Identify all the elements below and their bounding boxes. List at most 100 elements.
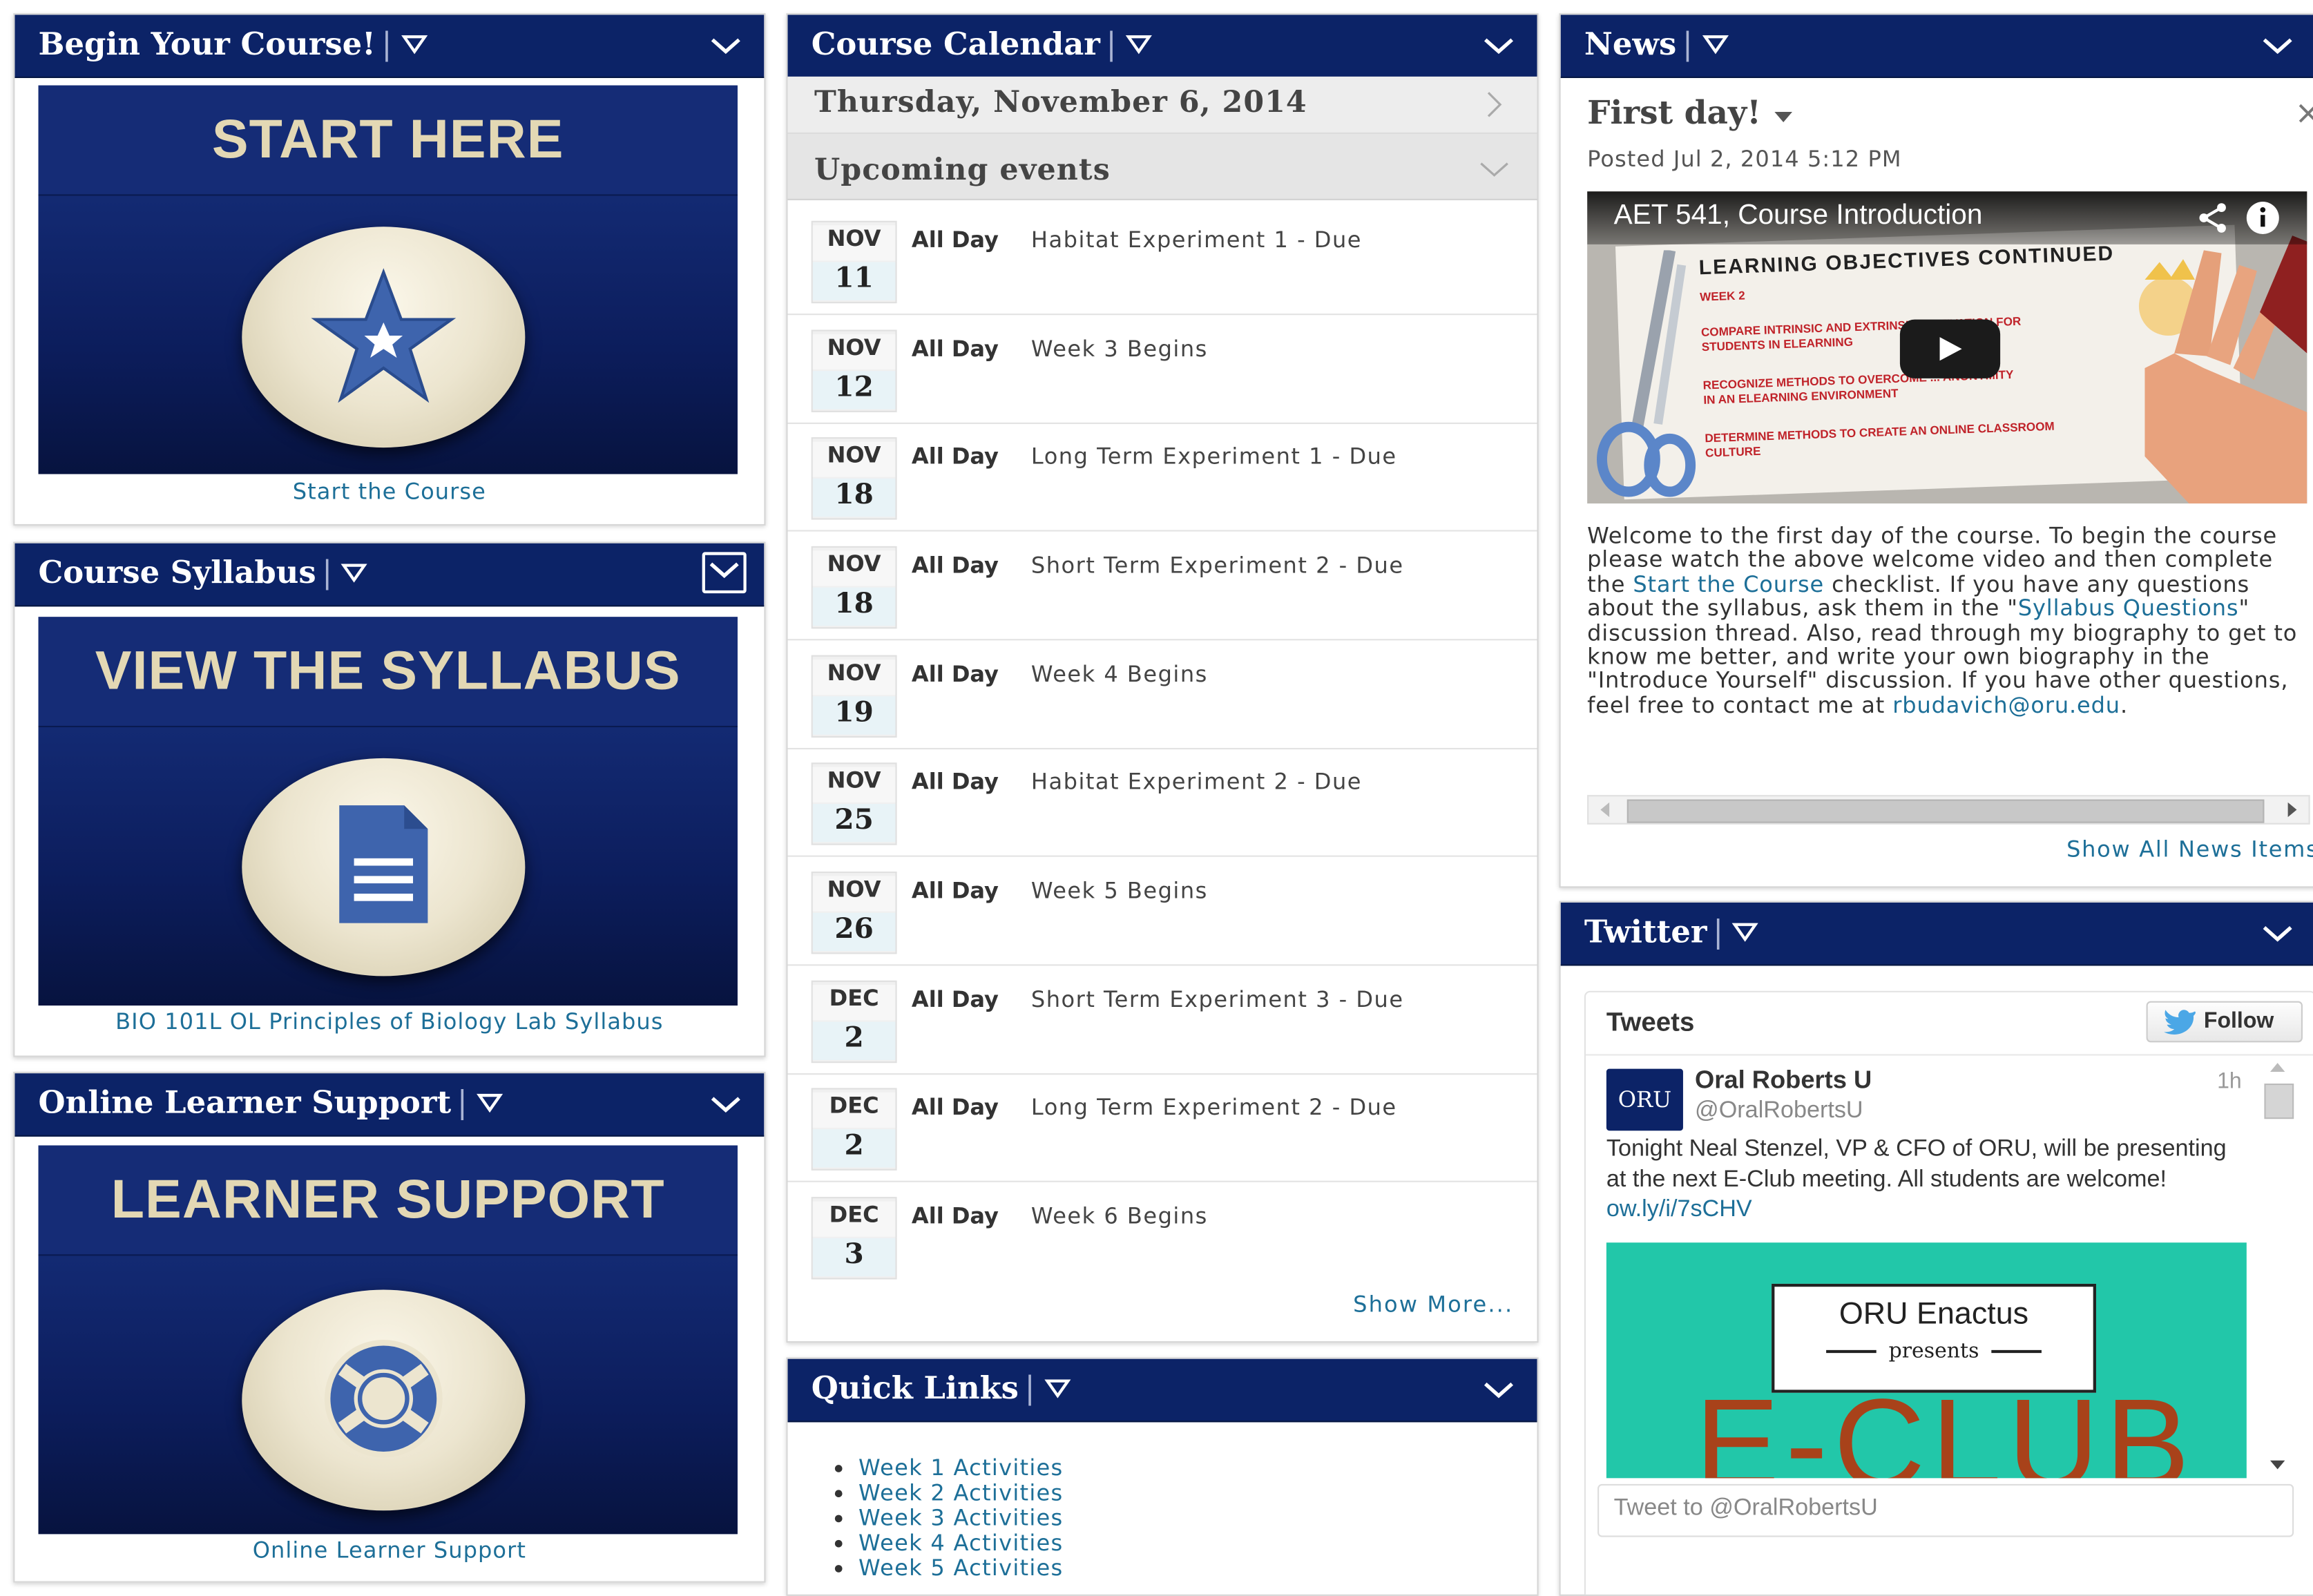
menu-triangle-icon[interactable] — [401, 34, 428, 55]
menu-triangle-icon[interactable] — [1701, 34, 1729, 55]
collapse-chevron-icon[interactable] — [708, 1086, 743, 1122]
calendar-event[interactable]: DEC 2 All Day Long Term Experiment 2 - Due — [787, 1073, 1537, 1182]
quick-link[interactable]: Week 1 Activities — [858, 1454, 1063, 1481]
scrollbar-thumb[interactable] — [1626, 799, 2265, 823]
twitter-timeline: Tweets Follow ORU Oral Roberts U @OralRo… — [1584, 990, 2313, 1595]
scroll-left-icon[interactable] — [1595, 796, 1615, 823]
calendar-event[interactable]: NOV 19 All Day Week 4 Begins — [787, 640, 1537, 750]
calendar-event[interactable]: DEC 3 All Day Week 6 Begins — [788, 1182, 1537, 1290]
menu-triangle-icon[interactable] — [1044, 1378, 1071, 1398]
event-title[interactable]: Habitat Experiment 2 - Due — [1031, 769, 1362, 795]
view-syllabus-banner[interactable]: VIEW THE SYLLABUS — [38, 617, 738, 1006]
event-date: DEC 2 — [811, 980, 897, 1064]
quick-link[interactable]: Week 3 Activities — [858, 1505, 1063, 1531]
video-player[interactable]: LEARNING OBJECTIVES CONTINUED WEEK 2 COM… — [1587, 191, 2307, 504]
chevron-down-icon[interactable] — [1478, 159, 1510, 180]
video-title[interactable]: AET 541, Course Introduction — [1614, 200, 1983, 233]
list-item: Week 4 Activities — [858, 1530, 1063, 1556]
quick-link[interactable]: Week 4 Activities — [858, 1530, 1063, 1556]
play-button[interactable] — [1899, 319, 2001, 378]
event-date: DEC 2 — [811, 1088, 897, 1171]
collapse-chevron-icon[interactable] — [702, 552, 747, 594]
show-more-link[interactable]: Show More... — [1353, 1291, 1513, 1318]
event-title[interactable]: Short Term Experiment 2 - Due — [1031, 552, 1404, 578]
event-title[interactable]: Long Term Experiment 1 - Due — [1031, 443, 1397, 470]
calendar-event[interactable]: NOV 18 All Day Long Term Experiment 1 - Due — [787, 423, 1537, 532]
tweet-author-handle[interactable]: @OralRobertsU — [1695, 1098, 1863, 1124]
menu-triangle-icon[interactable] — [476, 1093, 503, 1113]
syllabus-link[interactable]: BIO 101L OL Principles of Biology Lab Sy… — [15, 1008, 764, 1035]
tweet-input[interactable]: Tweet to @OralRobertsU — [1597, 1483, 2294, 1537]
start-here-banner[interactable]: START HERE — [38, 85, 738, 474]
oru-avatar[interactable]: ORU — [1606, 1068, 1683, 1131]
quick-link[interactable]: Week 5 Activities — [858, 1555, 1063, 1581]
calendar-event[interactable]: NOV 12 All Day Week 3 Begins — [787, 315, 1537, 424]
widget-header: Twitter | — [1560, 902, 2313, 966]
event-date: NOV 18 — [811, 437, 897, 520]
follow-button[interactable]: Follow — [2146, 1001, 2303, 1043]
scrollbar-thumb[interactable] — [2264, 1084, 2294, 1119]
news-item-title[interactable]: First day! — [1587, 94, 1793, 133]
scroll-up-icon[interactable] — [2261, 1057, 2294, 1078]
learner-support-banner[interactable]: LEARNER SUPPORT — [38, 1145, 738, 1535]
upcoming-events-label: Upcoming events — [814, 151, 1111, 187]
event-title[interactable]: Week 3 Begins — [1031, 336, 1208, 362]
event-date: NOV 26 — [811, 872, 897, 954]
banner-text: VIEW THE SYLLABUS — [95, 640, 681, 701]
tweet-author-name[interactable]: Oral Roberts U — [1695, 1066, 1872, 1095]
learner-support-widget: Online Learner Support | LEARNER SUPPORT … — [13, 1071, 766, 1583]
chevron-right-icon[interactable] — [1484, 90, 1505, 119]
show-all-news-link[interactable]: Show All News Items — [2066, 836, 2313, 863]
tweet-time[interactable]: 1h — [2217, 1069, 2242, 1094]
horizontal-scrollbar[interactable] — [1587, 795, 2310, 825]
quick-link[interactable]: Week 2 Activities — [858, 1479, 1063, 1506]
start-course-link[interactable]: Start the Course — [1633, 571, 1824, 597]
close-icon[interactable]: × — [2294, 96, 2313, 133]
scroll-down-icon[interactable] — [2261, 1454, 2294, 1475]
collapse-chevron-icon[interactable] — [1481, 28, 1516, 64]
widget-title: Course Calendar | — [812, 25, 1152, 62]
widget-title: Online Learner Support | — [39, 1084, 503, 1120]
calendar-event[interactable]: DEC 2 All Day Short Term Experiment 3 - Due — [787, 965, 1537, 1075]
collapse-chevron-icon[interactable] — [708, 28, 743, 64]
collapse-chevron-icon[interactable] — [1481, 1372, 1516, 1407]
collapse-chevron-icon[interactable] — [2260, 28, 2295, 64]
vertical-scrollbar[interactable] — [2261, 1057, 2294, 1475]
info-icon[interactable] — [2245, 200, 2281, 235]
share-icon[interactable] — [2195, 200, 2230, 235]
calendar-event[interactable]: NOV 25 All Day Habitat Experiment 2 - Due — [787, 748, 1537, 857]
tweet-text: Tonight Neal Stenzel, VP & CFO of ORU, w… — [1606, 1136, 2227, 1222]
event-title[interactable]: Habitat Experiment 1 - Due — [1031, 227, 1362, 253]
calendar-event[interactable]: NOV 11 All Day Habitat Experiment 1 - Due — [787, 206, 1537, 316]
caret-down-icon[interactable] — [1772, 109, 1793, 124]
menu-triangle-icon[interactable] — [1125, 34, 1152, 55]
collapse-chevron-icon[interactable] — [2260, 916, 2295, 951]
syllabus-questions-link[interactable]: Syllabus Questions — [2018, 595, 2239, 622]
support-circle — [242, 1289, 526, 1511]
tweet-link[interactable]: ow.ly/i/7sCHV — [1606, 1197, 1752, 1222]
event-title[interactable]: Long Term Experiment 2 - Due — [1031, 1094, 1397, 1120]
event-date: NOV 11 — [811, 220, 897, 304]
tweet-image[interactable]: ORU Enactus presents E-CLUB — [1606, 1242, 2247, 1479]
event-title[interactable]: Week 5 Begins — [1031, 878, 1208, 904]
menu-triangle-icon[interactable] — [1732, 922, 1759, 943]
list-item: Week 3 Activities — [858, 1506, 1063, 1531]
scroll-right-icon[interactable] — [2282, 796, 2303, 823]
upcoming-events-bar[interactable]: Upcoming events — [787, 133, 1537, 200]
menu-triangle-icon[interactable] — [341, 562, 368, 583]
event-title[interactable]: Short Term Experiment 3 - Due — [1031, 986, 1404, 1012]
start-course-link[interactable]: Start the Course — [15, 479, 764, 505]
calendar-event[interactable]: NOV 26 All Day Week 5 Begins — [787, 857, 1537, 966]
event-title[interactable]: Week 4 Begins — [1031, 661, 1208, 687]
event-date: NOV 25 — [811, 762, 897, 845]
calendar-date-bar[interactable]: Thursday, November 6, 2014 — [787, 76, 1537, 134]
event-title[interactable]: Week 6 Begins — [1031, 1203, 1208, 1229]
email-link[interactable]: rbudavich@oru.edu — [1892, 692, 2120, 718]
calendar-event[interactable]: NOV 18 All Day Short Term Experiment 2 - Du… — [787, 532, 1537, 641]
widget-header: Course Calendar | — [787, 15, 1537, 78]
learner-support-link[interactable]: Online Learner Support — [15, 1537, 764, 1564]
widget-header: Begin Your Course! | — [15, 15, 765, 78]
event-date: NOV 18 — [811, 546, 897, 629]
page: Begin Your Course! | START HERE Start the… — [0, 0, 2313, 1596]
list-item: Week 5 Activities — [858, 1555, 1063, 1581]
